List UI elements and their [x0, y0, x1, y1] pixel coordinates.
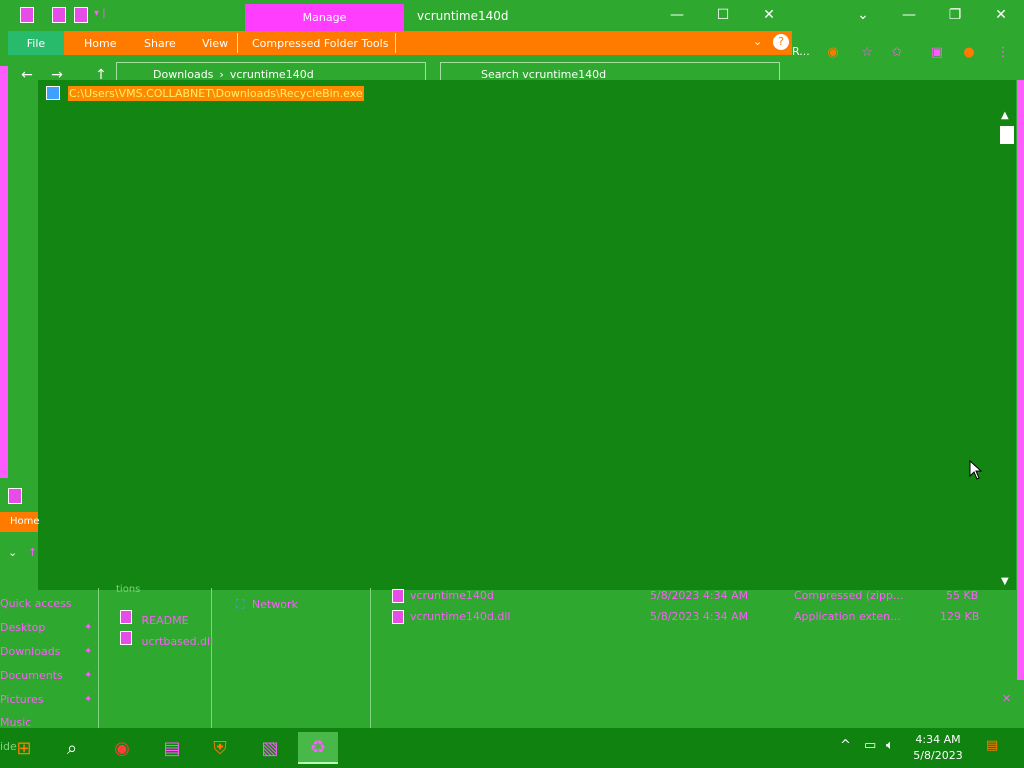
recycle-bin-app-icon[interactable]: ♻ — [298, 732, 338, 764]
file-icon — [120, 610, 132, 624]
run-path-overlay: C:\Users\VMS.COLLABNET\Downloads\Recycle… — [38, 80, 1016, 590]
pin-icon: ✦ — [84, 670, 93, 681]
table-row[interactable]: vcruntime140d 5/8/2023 4:34 AM Compresse… — [392, 589, 992, 607]
volume-icon[interactable]: 🔈︎ — [886, 738, 894, 753]
chevron-down-icon[interactable]: ⌄ — [840, 4, 886, 26]
pane-divider — [211, 588, 212, 728]
network-icon: ⛶ — [236, 597, 245, 611]
sidebar-item-desktop[interactable]: Desktop — [0, 621, 45, 634]
file-name: vcruntime140d — [410, 589, 494, 602]
pin-icon: ✦ — [84, 622, 93, 633]
pin-icon: ✦ — [84, 646, 93, 657]
clock-date: 5/8/2023 — [913, 749, 963, 762]
mouse-cursor-icon — [969, 460, 983, 480]
file-date: 5/8/2023 4:34 AM — [650, 589, 749, 602]
tab-share[interactable]: Share — [136, 31, 184, 55]
sidebar-item-quick-access[interactable]: Quick access — [0, 597, 72, 610]
app-icon[interactable]: ▤ — [152, 732, 192, 764]
extension-icon[interactable]: ◉ — [824, 43, 842, 61]
back-arrow-icon[interactable]: ← — [18, 66, 36, 84]
pin-icon: ✦ — [84, 694, 93, 705]
browser-toolbar: R... ◉ ☆ ✩ ▣ ● ⋮ — [792, 38, 1024, 66]
list-item-label: ucrtbased.dll — [141, 635, 214, 648]
browser-tab-text: R... — [792, 45, 810, 58]
file-name: vcruntime140d.dll — [410, 610, 511, 623]
window-edge — [1017, 80, 1024, 680]
help-icon[interactable]: ? — [773, 34, 789, 50]
star-add-icon[interactable]: ☆ — [858, 43, 876, 61]
close-icon[interactable]: ✕ — [746, 4, 792, 26]
breadcrumb-current[interactable]: vcruntime140d — [230, 68, 314, 81]
search-icon[interactable]: ⌕ — [52, 732, 92, 764]
properties-icon[interactable] — [52, 7, 66, 23]
new-folder-icon[interactable] — [74, 7, 88, 23]
file-size: 129 KB — [940, 610, 980, 623]
scroll-down-icon[interactable]: ▼ — [1001, 576, 1009, 587]
clock-time: 4:34 AM — [915, 733, 961, 746]
sidebar-item-pictures[interactable]: Pictures — [0, 693, 44, 706]
profile-icon[interactable]: ● — [960, 43, 978, 61]
properties-icon[interactable] — [8, 488, 22, 504]
tab-home[interactable]: Home — [76, 31, 124, 55]
quick-access-dropdown-icon[interactable]: ▾ | — [94, 8, 106, 19]
tab-home[interactable]: Home — [0, 512, 40, 532]
up-arrow-icon[interactable]: ↑ — [28, 546, 37, 559]
minimize-icon[interactable]: — — [654, 4, 700, 26]
favorites-icon[interactable]: ✩ — [888, 43, 906, 61]
second-explorer-quickaccess — [8, 488, 36, 506]
explorer-title-bar: ▾ | Manage vcruntime140d — ☐ ✕ — [8, 0, 792, 31]
notification-icon[interactable]: ▤ — [986, 738, 998, 753]
list-item[interactable]: README — [120, 610, 189, 627]
ribbon-divider — [237, 33, 238, 53]
more-icon[interactable]: ⋮ — [994, 43, 1012, 61]
system-clock[interactable]: 4:34 AM 5/8/2023 — [908, 732, 968, 764]
table-row[interactable]: vcruntime140d.dll 5/8/2023 4:34 AM Appli… — [392, 610, 992, 628]
start-windows-icon[interactable]: ⊞ — [4, 732, 44, 764]
shield-icon[interactable]: ⛨ — [200, 732, 240, 764]
network-tray-icon[interactable]: ▭ — [864, 738, 876, 753]
sidebar-item-documents[interactable]: Documents — [0, 669, 63, 682]
network-label: Network — [251, 598, 298, 611]
ribbon-divider — [395, 33, 396, 53]
pane-divider — [370, 588, 371, 728]
tab-file[interactable]: File — [8, 31, 64, 55]
pane-divider — [98, 588, 99, 728]
tab-compressed-folder-tools[interactable]: Compressed Folder Tools — [244, 31, 396, 55]
collections-icon[interactable]: ▣ — [928, 43, 946, 61]
chevron-down-icon[interactable]: ⌄ — [8, 546, 17, 559]
sidebar-item-downloads[interactable]: Downloads — [0, 645, 60, 658]
taskbar: ide ⊞ ⌕ ◉ ▤ ⛨ ▧ ♻ ^ ▭ 🔈︎ 4:34 AM 5/8/202… — [0, 728, 1024, 768]
folder-icon — [20, 7, 34, 23]
close-icon[interactable]: ✕ — [978, 4, 1024, 26]
vertical-scrollbar[interactable]: ▲ ▼ — [998, 110, 1016, 590]
restore-icon[interactable]: ❐ — [932, 4, 978, 26]
browser-icon[interactable]: ◉ — [102, 732, 142, 764]
archive-icon[interactable]: ▧ — [250, 732, 290, 764]
file-size: 55 KB — [946, 589, 979, 602]
breadcrumb-downloads[interactable]: Downloads — [153, 68, 213, 81]
file-type: Application exten... — [794, 610, 901, 623]
minimize-icon[interactable]: — — [886, 4, 932, 26]
file-date: 5/8/2023 4:34 AM — [650, 610, 749, 623]
ribbon-expand-icon[interactable]: ⌄ — [753, 35, 762, 48]
path-text[interactable]: C:\Users\VMS.COLLABNET\Downloads\Recycle… — [68, 86, 364, 101]
tab-manage[interactable]: Manage — [245, 4, 404, 31]
scroll-up-icon[interactable]: ▲ — [1001, 110, 1009, 121]
file-type: Compressed (zipp... — [794, 589, 904, 602]
pane-header: tions — [116, 584, 141, 595]
network-item[interactable]: ⛶ Network — [236, 597, 298, 612]
chevron-up-icon[interactable]: ^ — [840, 738, 851, 753]
list-item[interactable]: ucrtbased.dll — [120, 631, 213, 648]
maximize-icon[interactable]: ☐ — [700, 4, 746, 26]
window-edge — [0, 66, 8, 478]
application-icon — [46, 86, 60, 100]
ribbon: File Home Share View Compressed Folder T… — [8, 31, 792, 55]
dll-icon — [120, 631, 132, 645]
list-item-label: README — [141, 614, 189, 627]
tab-view[interactable]: View — [194, 31, 236, 55]
breadcrumb-separator-icon: › — [219, 67, 224, 81]
close-icon[interactable]: ✕ — [1002, 692, 1011, 705]
window-title: vcruntime140d — [417, 9, 509, 23]
scroll-thumb[interactable] — [1000, 126, 1014, 144]
